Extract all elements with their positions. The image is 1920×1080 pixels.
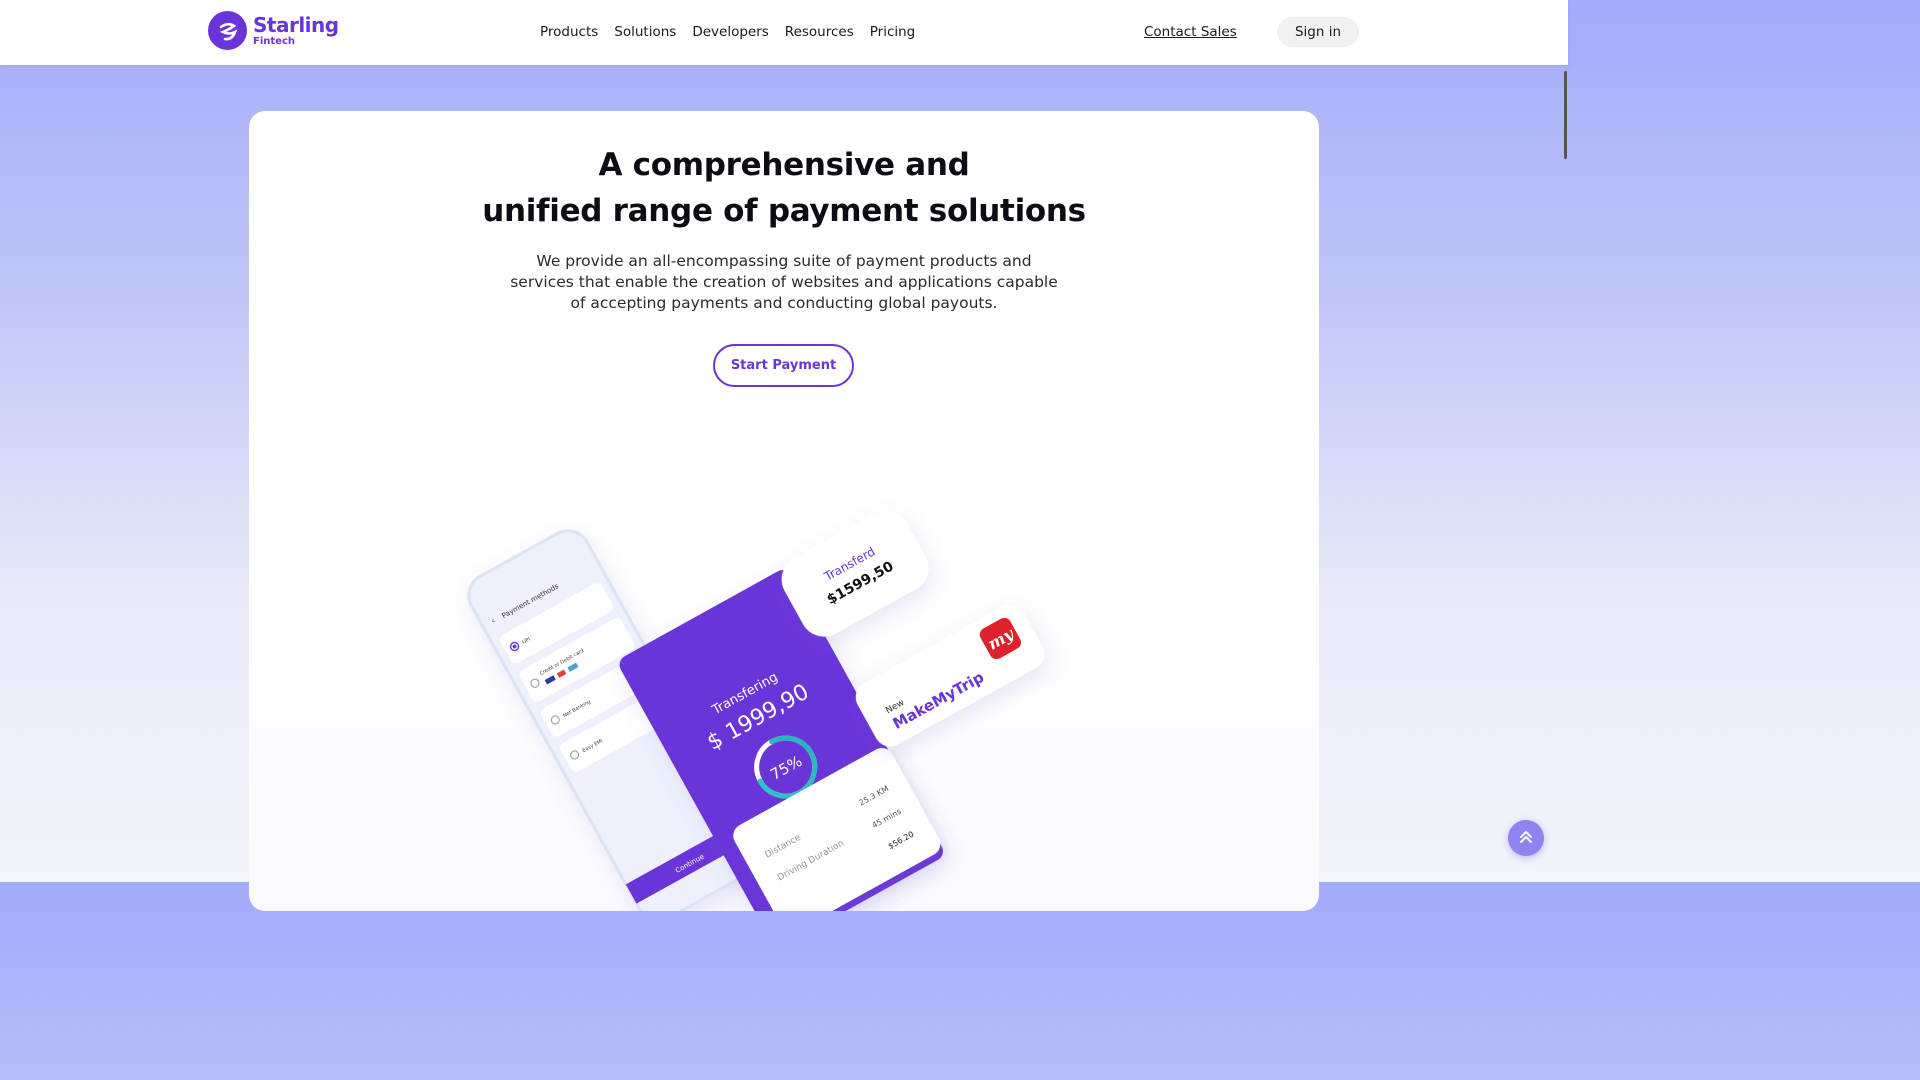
hero-title-line1: A comprehensive and [598, 147, 970, 183]
back-to-top-button[interactable] [1508, 820, 1544, 856]
nav-solutions[interactable]: Solutions [614, 24, 676, 40]
scrollbar-thumb[interactable] [1564, 71, 1567, 159]
nav-products[interactable]: Products [540, 24, 598, 40]
hero-card: A comprehensive and unified range of pay… [249, 111, 1319, 911]
contact-sales-link[interactable]: Contact Sales [1144, 24, 1237, 40]
nav-developers[interactable]: Developers [692, 24, 768, 40]
starling-logo-icon [208, 11, 247, 50]
page-scrollbar[interactable] [1562, 65, 1568, 882]
site-header: Starling Fintech Products Solutions Deve… [0, 0, 1568, 65]
hero-description: We provide an all-encompassing suite of … [510, 252, 1058, 312]
nav-pricing[interactable]: Pricing [870, 24, 916, 40]
nav-resources[interactable]: Resources [785, 24, 854, 40]
start-payment-button[interactable]: Start Payment [713, 344, 854, 387]
chevron-double-up-icon [1518, 829, 1534, 848]
merchant-card: New MakeMyTrip my [855, 604, 1045, 747]
hero-title-line2: unified range of payment solutions [482, 193, 1086, 229]
sign-in-button[interactable]: Sign in [1277, 17, 1359, 47]
brand-logo[interactable]: Starling Fintech [208, 11, 339, 50]
main-nav: Products Solutions Developers Resources … [540, 24, 915, 40]
brand-name: Starling [253, 12, 339, 37]
brand-subtitle: Fintech [253, 35, 295, 47]
payment-illustration: ‹ Payment methods UPI Credit or Debit ca… [467, 510, 1045, 911]
